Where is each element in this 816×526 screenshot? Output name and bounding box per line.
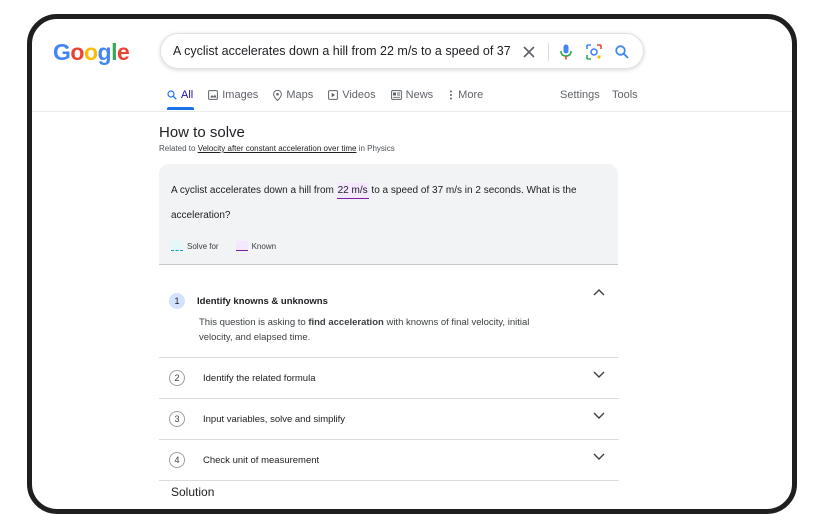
- search-input[interactable]: A cyclist accelerates down a hill from 2…: [173, 44, 515, 58]
- search-box[interactable]: A cyclist accelerates down a hill from 2…: [160, 33, 644, 69]
- step-3[interactable]: 3 Input variables, solve and simplify: [159, 399, 619, 440]
- logo-letter: o: [83, 39, 98, 65]
- solution-heading: Solution: [171, 485, 215, 499]
- mic-icon[interactable]: [555, 42, 577, 62]
- logo-letter: g: [97, 39, 112, 65]
- tab-label: Maps: [286, 89, 314, 101]
- tab-videos[interactable]: Videos: [328, 86, 376, 104]
- settings-link[interactable]: Settings: [560, 86, 600, 104]
- related-topic: Related to Velocity after constant accel…: [159, 144, 395, 153]
- step-header[interactable]: 2 Identify the related formula: [159, 358, 619, 398]
- legend-known-label: Known: [251, 241, 277, 251]
- close-icon[interactable]: [518, 42, 540, 62]
- highlight-legend: Solve for Known: [171, 241, 276, 251]
- chevron-down-icon[interactable]: [593, 453, 605, 461]
- solve-for-swatch: [171, 241, 183, 251]
- map-pin-icon: [273, 89, 283, 101]
- search-icon[interactable]: [611, 42, 633, 62]
- tab-label: Images: [222, 89, 259, 101]
- active-tab-indicator: [167, 107, 194, 110]
- step-number-badge: 2: [169, 370, 185, 386]
- step-number-badge: 1: [169, 293, 185, 309]
- tools-link[interactable]: Tools: [612, 86, 638, 104]
- solution-steps: 1 Identify knowns & unknowns This questi…: [159, 275, 619, 481]
- tab-all[interactable]: All: [167, 86, 193, 104]
- known-value-highlight[interactable]: 22 m/s: [336, 183, 369, 199]
- tab-label: News: [405, 89, 434, 101]
- tab-label: Videos: [342, 89, 376, 101]
- tab-news[interactable]: News: [390, 86, 434, 104]
- step-number-badge: 3: [169, 411, 185, 427]
- chevron-up-icon[interactable]: [593, 288, 605, 296]
- step-body-text: This question is asking to: [199, 317, 309, 328]
- search-tabs: All Images Maps Videos News More: [167, 86, 498, 104]
- header-divider: [32, 111, 792, 112]
- question-part: A cyclist accelerates down a hill from: [171, 185, 337, 196]
- legend-solve-label: Solve for: [187, 241, 219, 251]
- lens-icon[interactable]: [583, 42, 605, 62]
- video-icon: [328, 90, 339, 100]
- step-1[interactable]: 1 Identify knowns & unknowns This questi…: [159, 275, 619, 358]
- step-body: This question is asking to find accelera…: [159, 315, 619, 357]
- tab-label: All: [181, 89, 194, 101]
- more-vert-icon: [450, 90, 453, 100]
- step-2[interactable]: 2 Identify the related formula: [159, 358, 619, 399]
- logo-letter: e: [116, 39, 130, 65]
- image-icon: [208, 90, 219, 100]
- search-actions: [512, 42, 633, 62]
- step-title: Check unit of measurement: [203, 454, 320, 466]
- related-prefix: Related to: [159, 144, 198, 153]
- news-icon: [390, 90, 402, 100]
- step-title: Input variables, solve and simplify: [203, 413, 346, 425]
- step-header[interactable]: 4 Check unit of measurement: [159, 440, 619, 480]
- tab-more[interactable]: More: [448, 86, 483, 104]
- question-text: A cyclist accelerates down a hill from 2…: [171, 178, 601, 228]
- search-icon: [167, 90, 177, 100]
- logo-letter: G: [53, 39, 71, 65]
- logo-letter: o: [70, 39, 84, 65]
- related-topic-link[interactable]: Velocity after constant acceleration ove…: [198, 144, 357, 153]
- tab-label: More: [458, 89, 484, 101]
- chevron-down-icon[interactable]: [593, 412, 605, 420]
- step-number-badge: 4: [169, 452, 185, 468]
- tab-images[interactable]: Images: [208, 86, 258, 104]
- question-card: A cyclist accelerates down a hill from 2…: [159, 164, 618, 265]
- tab-maps[interactable]: Maps: [273, 86, 313, 104]
- step-title: Identify knowns & unknowns: [197, 295, 328, 307]
- related-suffix: in Physics: [356, 144, 395, 153]
- solver-title: How to solve: [159, 124, 245, 141]
- step-header[interactable]: 3 Input variables, solve and simplify: [159, 399, 619, 439]
- google-logo[interactable]: Google: [53, 39, 130, 66]
- device-frame: Google A cyclist accelerates down a hill…: [27, 14, 797, 514]
- search-divider: [548, 43, 549, 61]
- step-title: Identify the related formula: [203, 372, 316, 384]
- known-swatch: [235, 241, 248, 251]
- step-body-emphasis: find acceleration: [308, 317, 384, 328]
- chevron-down-icon[interactable]: [593, 371, 605, 379]
- step-4[interactable]: 4 Check unit of measurement: [159, 440, 619, 481]
